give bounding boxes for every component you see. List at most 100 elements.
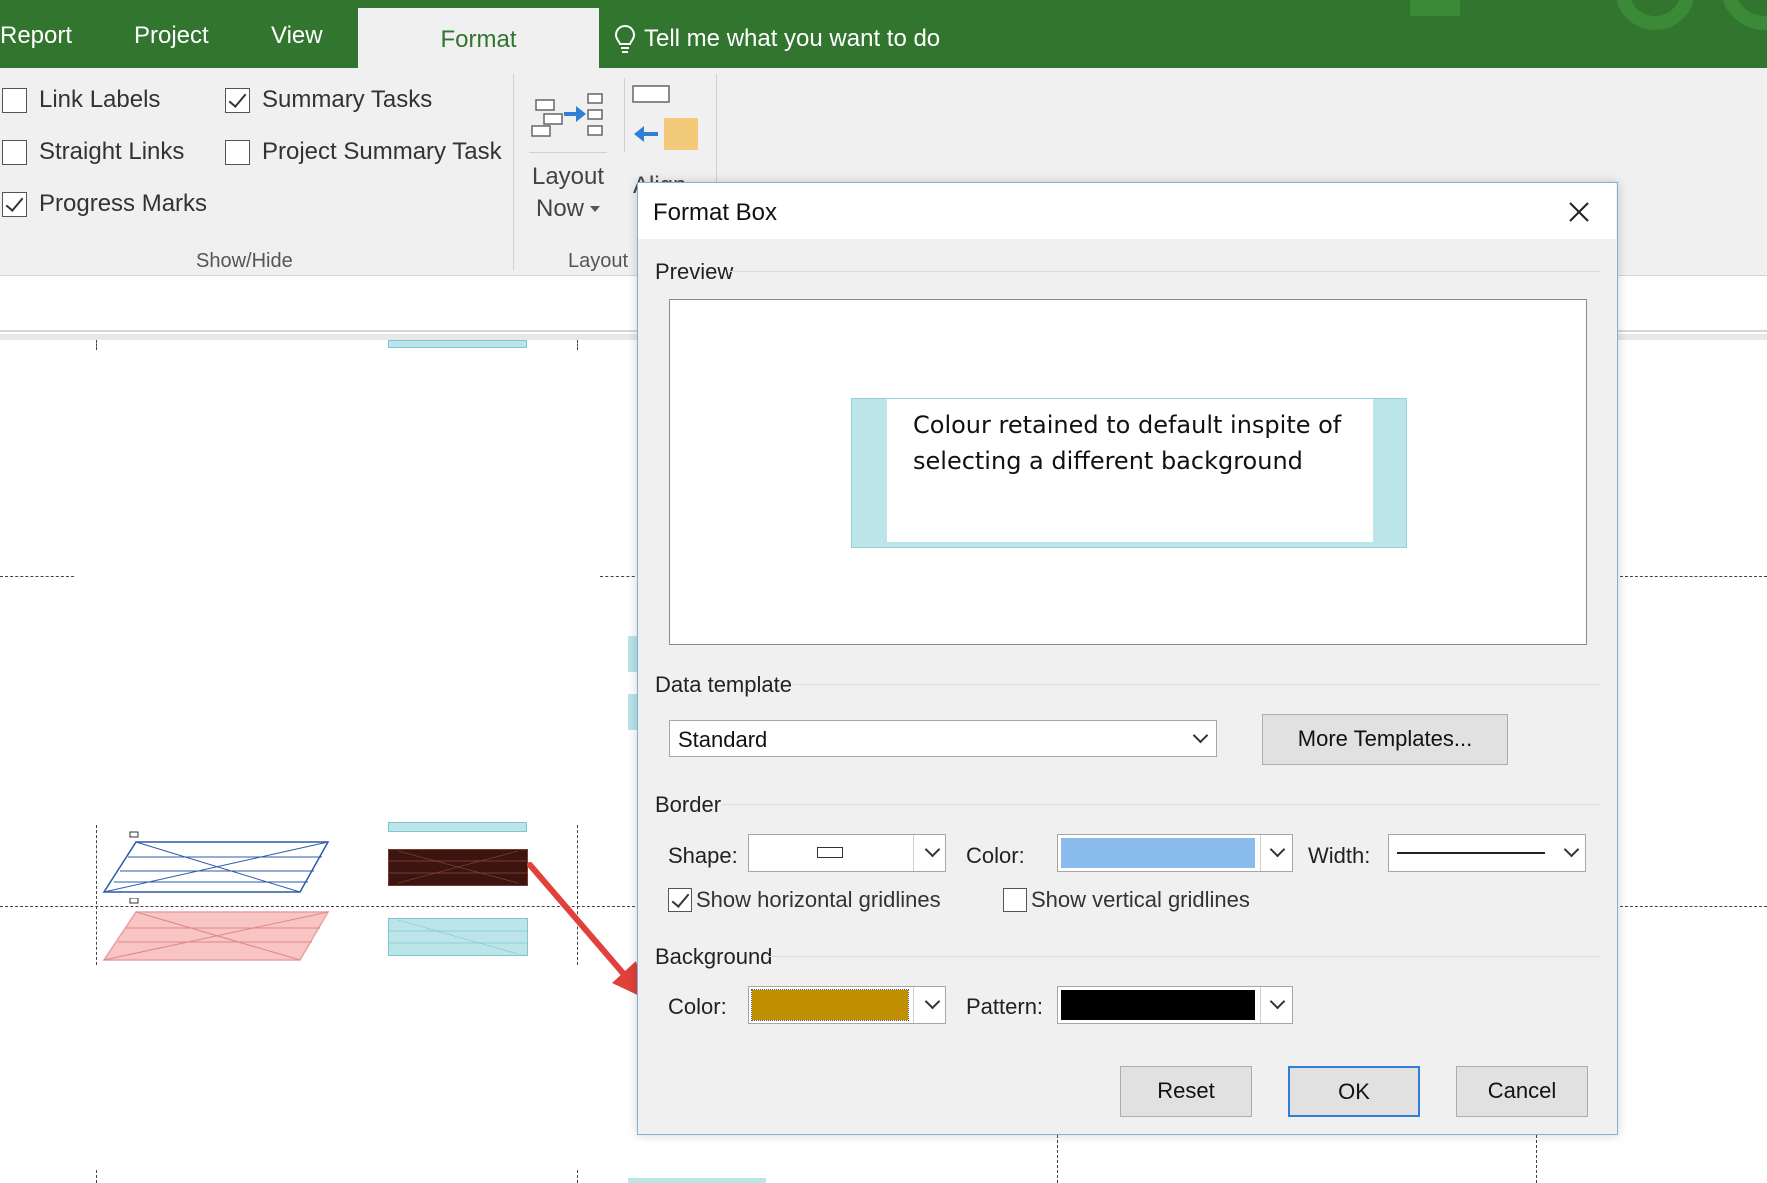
preview-section-label: Preview: [655, 259, 734, 284]
group-label-layout: Layout: [568, 250, 629, 272]
decorative-ring-icon: [1615, 0, 1695, 30]
summary-tasks-label: Summary Tasks: [262, 86, 433, 113]
data-template-value: Standard: [678, 727, 768, 752]
checkbox-horizontal-gridlines[interactable]: Show horizontal gridlines: [668, 887, 941, 913]
tab-report[interactable]: Report: [0, 22, 72, 50]
align-icon: [632, 85, 698, 150]
preview-box: Colour retained to default inspite of se…: [851, 398, 1407, 548]
border-shape-select[interactable]: [748, 834, 946, 872]
border-section-label: Border: [655, 792, 722, 817]
group-separator: [513, 74, 514, 270]
horizontal-gridlines-checkbox[interactable]: [668, 888, 692, 912]
dialog-title-bar: Format Box: [638, 183, 1616, 239]
data-template-section-label: Data template: [655, 672, 792, 697]
page-break-line: [1536, 1135, 1537, 1183]
layout-diagram-icon: [531, 93, 603, 137]
checkbox-progress-marks[interactable]: Progress Marks: [2, 190, 207, 218]
page-break-line: [0, 576, 74, 577]
preview-pane: Colour retained to default inspite of se…: [669, 299, 1587, 645]
network-node[interactable]: [388, 340, 527, 348]
group-label-show-hide: Show/Hide: [196, 250, 293, 272]
reset-button[interactable]: Reset: [1120, 1066, 1252, 1117]
network-node-milestone[interactable]: [100, 830, 332, 894]
decorative-ring-icon: [1720, 0, 1767, 30]
progress-marks-label: Progress Marks: [39, 190, 208, 217]
checkbox-straight-links[interactable]: Straight Links: [2, 138, 184, 166]
rectangle-shape-icon: [817, 847, 843, 858]
straight-links-checkbox[interactable]: [2, 139, 27, 165]
straight-links-label: Straight Links: [39, 138, 185, 165]
project-summary-task-checkbox[interactable]: [225, 139, 250, 165]
project-summary-task-label: Project Summary Task: [262, 138, 502, 165]
more-templates-button[interactable]: More Templates...: [1262, 714, 1508, 765]
page-break-line: [577, 1170, 578, 1183]
checkbox-link-labels[interactable]: Link Labels: [2, 86, 160, 114]
network-node-milestone[interactable]: [100, 898, 332, 962]
tab-format-label: Format: [440, 26, 517, 53]
format-box-dialog: Format Box Preview Colour retained to de…: [637, 182, 1618, 1135]
border-color-select[interactable]: [1057, 834, 1293, 872]
page-break-line: [577, 340, 578, 350]
line-width-sample: [1397, 852, 1545, 854]
ok-button[interactable]: OK: [1288, 1066, 1420, 1117]
chevron-down-icon: [1269, 841, 1286, 858]
summary-tasks-checkbox[interactable]: [225, 87, 250, 113]
checkbox-summary-tasks[interactable]: Summary Tasks: [225, 86, 432, 114]
border-width-select[interactable]: [1388, 834, 1586, 872]
preview-box-content: Colour retained to default inspite of se…: [887, 399, 1373, 542]
page-break-line: [96, 825, 97, 965]
layout-now-label-line2: Now: [535, 195, 584, 222]
background-color-select[interactable]: [748, 986, 946, 1024]
cancel-button[interactable]: Cancel: [1456, 1066, 1588, 1117]
network-node-selected[interactable]: [388, 849, 528, 886]
section-divider: [729, 271, 1601, 272]
network-node[interactable]: [388, 918, 528, 956]
background-color-label: Color:: [668, 994, 727, 1019]
dialog-title: Format Box: [653, 199, 778, 226]
layout-now-label-line1: Layout: [531, 163, 605, 190]
network-node[interactable]: [628, 1178, 766, 1183]
tell-me-search[interactable]: Tell me what you want to do: [614, 24, 940, 54]
section-divider: [769, 956, 1601, 957]
page-break-line: [1620, 576, 1767, 577]
pattern-select[interactable]: [1057, 986, 1293, 1024]
page-break-line: [96, 340, 97, 350]
vertical-gridlines-label: Show vertical gridlines: [1031, 887, 1250, 912]
data-template-select[interactable]: Standard: [669, 720, 1217, 757]
page-break-line: [600, 576, 640, 577]
group-separator: [624, 78, 625, 152]
ribbon-tab-bar: Report Project View Format Tell me what …: [0, 0, 1767, 68]
tell-me-label: Tell me what you want to do: [644, 25, 941, 52]
chevron-down-icon: [1269, 993, 1286, 1010]
tab-project[interactable]: Project: [134, 22, 209, 50]
lightbulb-icon: [614, 24, 636, 53]
horizontal-gridlines-label: Show horizontal gridlines: [696, 887, 941, 912]
network-node[interactable]: [388, 822, 527, 832]
background-color-swatch: [751, 989, 909, 1021]
background-section-label: Background: [655, 944, 773, 969]
checkbox-project-summary-task[interactable]: Project Summary Task: [225, 138, 502, 166]
close-icon[interactable]: [1564, 197, 1594, 227]
page-break-line: [96, 1170, 97, 1183]
page-break-line: [1057, 1135, 1058, 1183]
section-divider: [793, 684, 1601, 685]
chevron-down-icon: [1563, 841, 1580, 858]
section-divider: [721, 804, 1601, 805]
dropdown-arrow-icon: [590, 206, 600, 212]
pattern-swatch: [1061, 990, 1255, 1020]
page-break-line: [1620, 906, 1767, 907]
chevron-down-icon: [1192, 727, 1209, 744]
border-color-swatch: [1061, 838, 1255, 868]
layout-now-button[interactable]: Layout Now: [525, 90, 611, 250]
progress-marks-checkbox[interactable]: [2, 191, 27, 217]
tab-format[interactable]: Format: [358, 8, 599, 68]
vertical-gridlines-checkbox[interactable]: [1003, 888, 1027, 912]
pattern-label: Pattern:: [966, 994, 1044, 1019]
preview-text: Colour retained to default inspite of se…: [913, 411, 1342, 475]
chevron-down-icon: [924, 841, 941, 858]
chevron-down-icon: [924, 993, 941, 1010]
link-labels-checkbox[interactable]: [2, 87, 27, 113]
border-color-label: Color:: [966, 843, 1025, 868]
tab-view[interactable]: View: [271, 22, 323, 50]
checkbox-vertical-gridlines[interactable]: Show vertical gridlines: [1003, 887, 1250, 913]
